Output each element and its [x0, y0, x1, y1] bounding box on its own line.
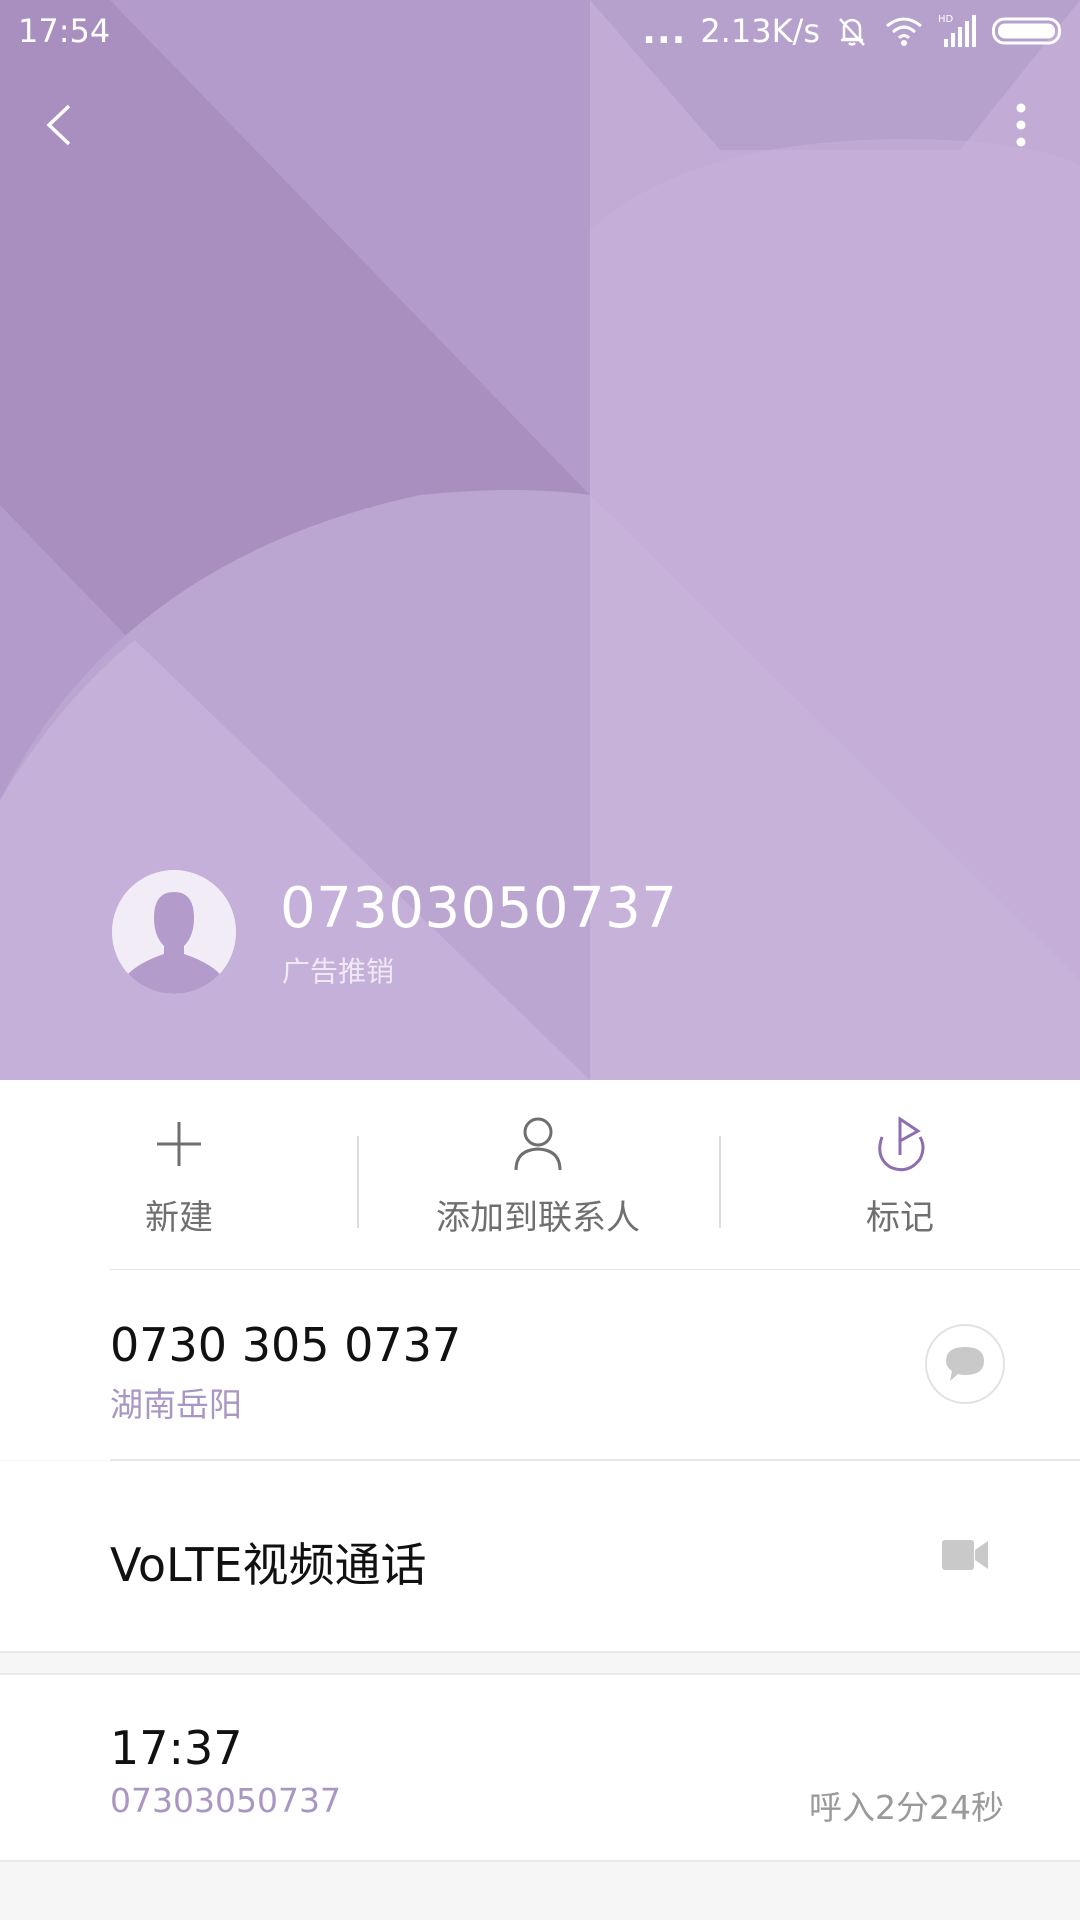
- phone-number-row[interactable]: 0730 305 0737 湖南岳阳: [0, 1270, 1080, 1460]
- status-dots: ...: [642, 10, 687, 52]
- plus-icon: [155, 1114, 203, 1174]
- net-speed: 2.13K/s: [700, 12, 820, 50]
- send-message-button[interactable]: [925, 1324, 1005, 1404]
- hd-signal-icon: HD: [938, 13, 978, 49]
- action-bar: 新建 添加到联系人 标记: [0, 1080, 1080, 1270]
- new-contact-label: 新建: [145, 1198, 213, 1238]
- section-divider: [0, 1860, 1080, 1862]
- mute-bell-icon: [834, 13, 870, 49]
- more-vertical-icon: [1016, 103, 1026, 147]
- caller-header: 17:54 ... 2.13K/s HD 07303050737 广告推销: [0, 0, 1080, 1080]
- action-divider: [357, 1136, 359, 1228]
- add-to-contacts-button[interactable]: 添加到联系人: [418, 1080, 658, 1270]
- flag-icon: [872, 1114, 928, 1174]
- mark-button[interactable]: 标记: [800, 1080, 1000, 1270]
- volte-video-call-row[interactable]: VoLTE视频通话: [0, 1461, 1080, 1651]
- volte-video-call-label: VoLTE视频通话: [110, 1538, 427, 1592]
- default-person-icon: [112, 870, 236, 994]
- add-to-contacts-label: 添加到联系人: [436, 1198, 640, 1238]
- new-contact-button[interactable]: 新建: [79, 1080, 279, 1270]
- person-icon: [513, 1114, 563, 1174]
- svg-text:HD: HD: [938, 14, 954, 25]
- status-icons: ... 2.13K/s HD: [642, 10, 1064, 52]
- message-bubble-icon: [946, 1347, 984, 1381]
- action-divider: [719, 1136, 721, 1228]
- back-button[interactable]: [14, 80, 104, 170]
- mark-label: 标记: [866, 1198, 934, 1238]
- video-camera-icon: [942, 1540, 988, 1570]
- more-options-button[interactable]: [976, 80, 1066, 170]
- call-log-item[interactable]: 17:37 07303050737 呼入2分24秒: [0, 1675, 1080, 1860]
- phone-number: 0730 305 0737: [110, 1318, 462, 1372]
- status-bar: 17:54 ... 2.13K/s HD: [0, 0, 1080, 62]
- caller-tag: 广告推销: [282, 955, 395, 988]
- avatar: [112, 870, 236, 994]
- call-duration: 呼入2分24秒: [809, 1788, 1004, 1827]
- call-time: 17:37: [110, 1721, 243, 1775]
- chevron-left-icon: [46, 104, 71, 146]
- section-divider: [0, 1651, 1080, 1653]
- status-time: 17:54: [18, 12, 111, 50]
- battery-icon: [992, 15, 1064, 47]
- caller-number: 07303050737: [280, 876, 678, 941]
- phone-location: 湖南岳阳: [110, 1385, 242, 1424]
- call-number: 07303050737: [110, 1781, 341, 1820]
- wifi-icon: [884, 14, 924, 48]
